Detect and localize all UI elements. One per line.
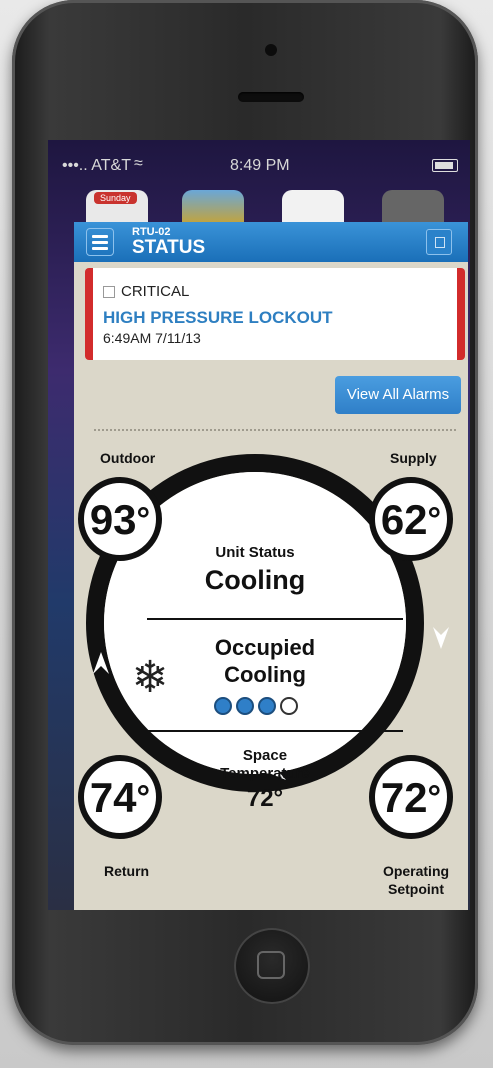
stage-dot bbox=[214, 697, 232, 715]
supply-temp-badge[interactable]: 62° bbox=[369, 477, 453, 561]
stage-dot bbox=[236, 697, 254, 715]
center-divider-bottom bbox=[147, 730, 403, 732]
return-temp-badge[interactable]: 74° bbox=[78, 755, 162, 839]
space-temp-value: 72° bbox=[246, 785, 284, 812]
signal-icon: •••.. bbox=[62, 157, 88, 174]
arrow-down-icon bbox=[433, 627, 449, 649]
snowflake-icon: ❄ bbox=[131, 653, 169, 702]
settings-app-icon bbox=[382, 190, 444, 224]
weather-app-icon bbox=[182, 190, 244, 224]
wifi-icon: ≈ bbox=[134, 155, 143, 172]
outdoor-label: Outdoor bbox=[100, 450, 156, 466]
battery-icon bbox=[432, 159, 458, 172]
space-temp-label-2: Temperature bbox=[220, 765, 310, 782]
center-divider-top bbox=[147, 618, 403, 620]
status-bar: •••.. AT&T ≈ 8:49 PM bbox=[56, 155, 466, 177]
status-time: 8:49 PM bbox=[230, 157, 290, 174]
earpiece bbox=[238, 92, 304, 102]
camera-icon bbox=[265, 44, 277, 56]
mode-line-1: Occupied bbox=[214, 635, 316, 660]
unit-status-label: Unit Status bbox=[215, 544, 295, 561]
mode-line-2: Cooling bbox=[224, 662, 306, 687]
calendar-app-icon: Sunday bbox=[86, 190, 148, 224]
supply-label: Supply bbox=[390, 450, 437, 466]
app-window: RTU-02 STATUS CRITICAL HIGH PRESSURE LOC… bbox=[74, 222, 468, 910]
stage-dot bbox=[280, 697, 298, 715]
home-screen-icons: Sunday bbox=[86, 190, 466, 224]
stage-dot bbox=[258, 697, 276, 715]
carrier-label: •••.. AT&T bbox=[62, 157, 131, 174]
return-label: Return bbox=[104, 863, 150, 879]
outdoor-temp-badge[interactable]: 93° bbox=[78, 477, 162, 561]
camera-app-icon bbox=[282, 190, 344, 224]
space-temp-label-1: Space bbox=[242, 747, 288, 764]
home-button-icon bbox=[257, 951, 285, 979]
setpoint-temp-badge[interactable]: 72° bbox=[369, 755, 453, 839]
unit-status-value: Cooling bbox=[204, 565, 306, 595]
setpoint-label: Operating Setpoint bbox=[382, 863, 450, 897]
